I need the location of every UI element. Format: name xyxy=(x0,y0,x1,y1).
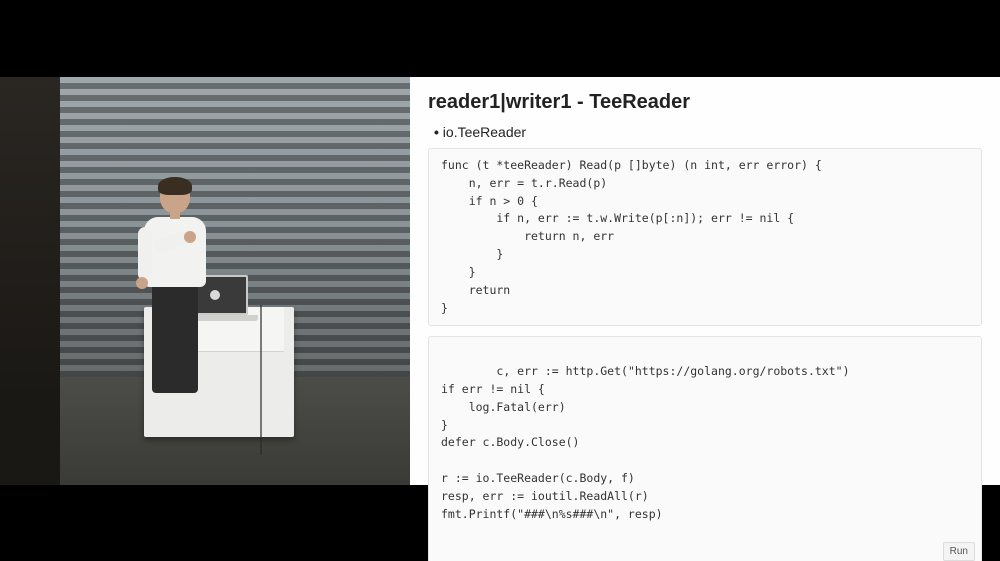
code-block-1: func (t *teeReader) Read(p []byte) (n in… xyxy=(428,148,982,326)
video-frame: reader1|writer1 - TeeReader io.TeeReader… xyxy=(0,0,1000,561)
content-row: reader1|writer1 - TeeReader io.TeeReader… xyxy=(0,77,1000,485)
room-wall-left xyxy=(0,77,62,485)
speaker-hair xyxy=(158,177,192,195)
slide-bullet: io.TeeReader xyxy=(434,124,982,140)
speaker-legs xyxy=(152,283,198,393)
cable xyxy=(260,305,262,455)
code-block-2: c, err := http.Get("https://golang.org/r… xyxy=(428,336,982,561)
run-button[interactable]: Run xyxy=(943,542,975,561)
speaker-torso xyxy=(144,217,206,287)
slide-title: reader1|writer1 - TeeReader xyxy=(428,91,982,114)
speaker-person xyxy=(130,179,222,399)
speaker-hand-right xyxy=(136,277,148,289)
speaker-hand-left xyxy=(184,231,196,243)
speaker-arm-right xyxy=(138,227,152,281)
slide-pane: reader1|writer1 - TeeReader io.TeeReader… xyxy=(410,77,1000,485)
code-block-2-text: c, err := http.Get("https://golang.org/r… xyxy=(441,364,850,521)
speaker-camera-pane xyxy=(0,77,410,485)
